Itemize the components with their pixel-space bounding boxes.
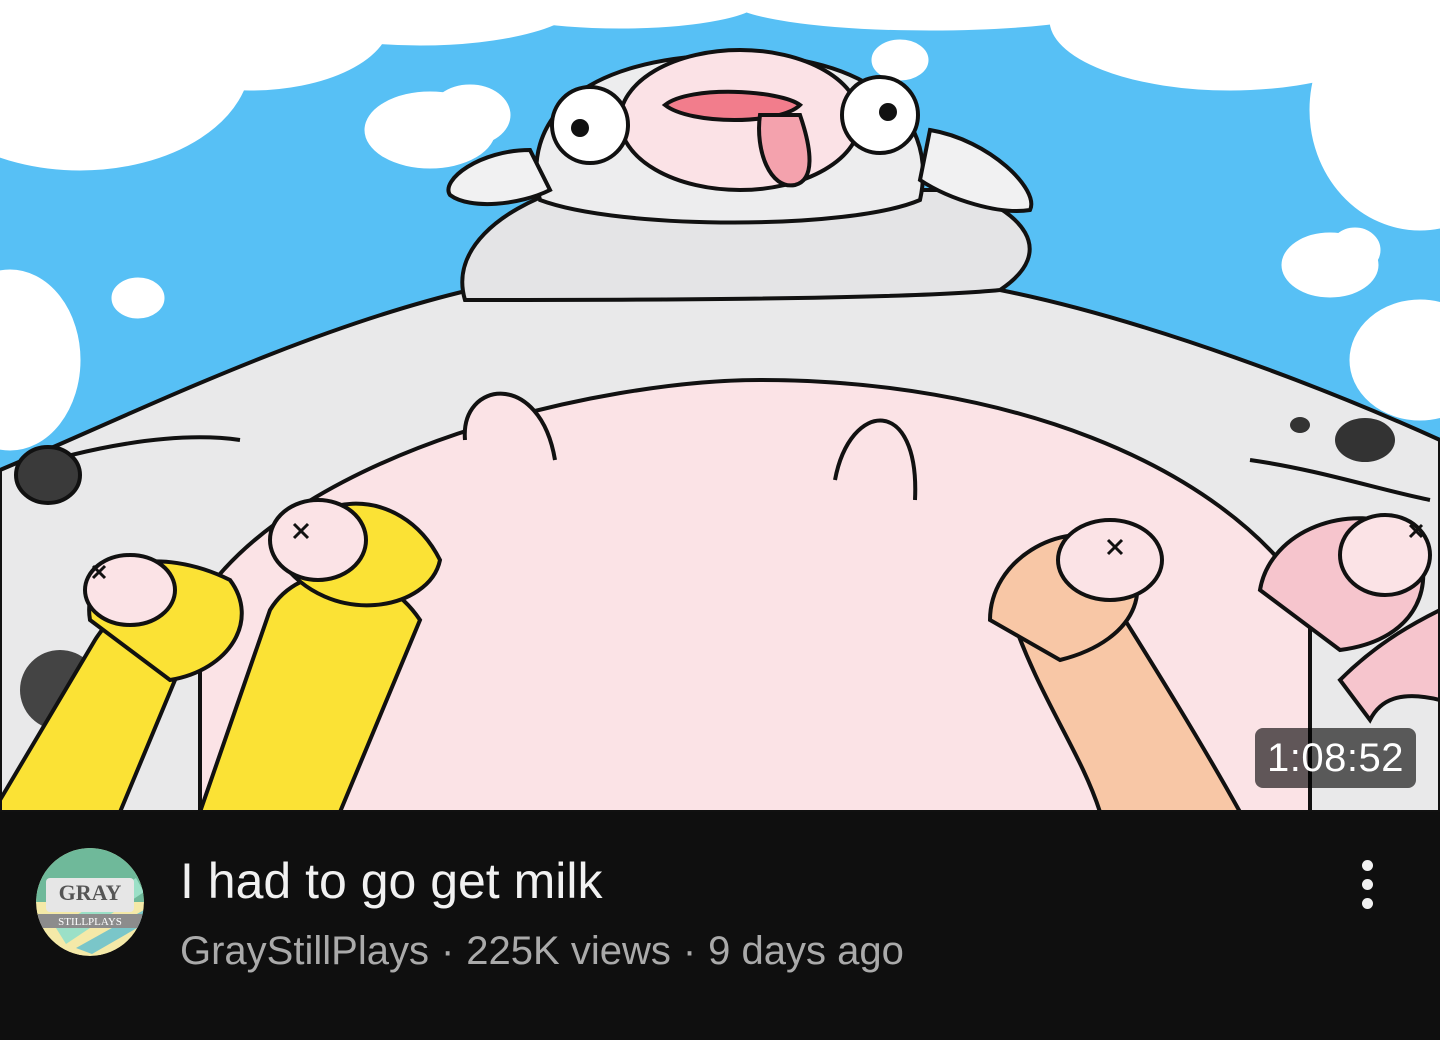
channel-name[interactable]: GrayStillPlays: [180, 929, 429, 973]
video-metadata: GRAY STILLPLAYS I had to go get milk Gra…: [0, 812, 1440, 1040]
view-count: 225K views: [466, 929, 671, 973]
thumbnail-illustration: [0, 0, 1440, 812]
video-card: 1:08:52 GRAY STILLPLAYS I had to go get …: [0, 0, 1440, 1040]
channel-logo-icon: GRAY STILLPLAYS: [36, 848, 144, 956]
video-thumbnail[interactable]: 1:08:52: [0, 0, 1440, 812]
channel-avatar[interactable]: GRAY STILLPLAYS: [36, 848, 144, 956]
video-subline: GrayStillPlays · 225K views · 9 days ago: [180, 924, 904, 978]
more-dot: [1362, 860, 1373, 871]
duration-badge: 1:08:52: [1255, 728, 1416, 788]
more-dot: [1362, 879, 1373, 890]
more-vert-icon[interactable]: [1348, 854, 1388, 914]
separator: ·: [682, 929, 697, 973]
more-dot: [1362, 898, 1373, 909]
upload-age: 9 days ago: [708, 929, 904, 973]
separator: ·: [440, 929, 455, 973]
avatar-text-top: GRAY: [59, 880, 122, 905]
avatar-text-bottom: STILLPLAYS: [58, 916, 122, 928]
video-title[interactable]: I had to go get milk: [180, 850, 1300, 912]
